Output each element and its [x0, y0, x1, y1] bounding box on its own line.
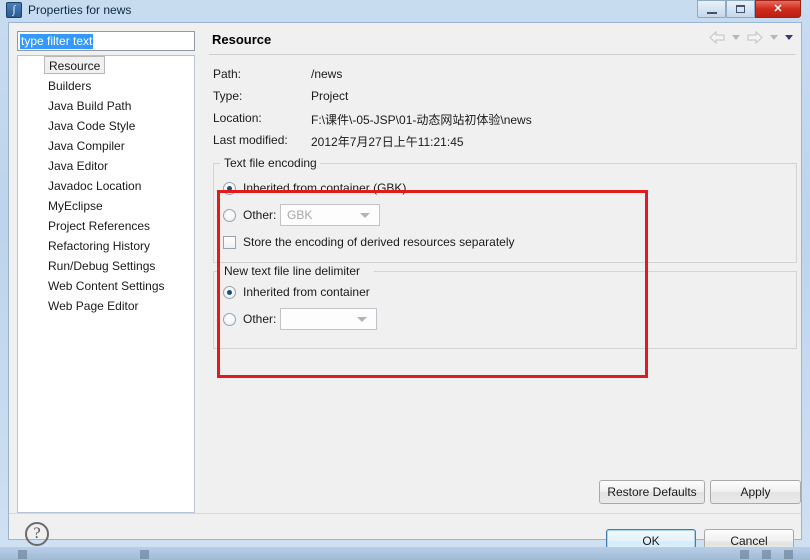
line-delimiter-group: New text file line delimiter Inherited f…	[213, 264, 797, 349]
tree-row: Java Compiler	[18, 136, 194, 156]
restore-defaults-button[interactable]: Restore Defaults	[599, 480, 705, 504]
sidebar-item-javadoc-location[interactable]: Javadoc Location	[44, 176, 145, 196]
search-input[interactable]: type filter text	[17, 31, 195, 51]
back-arrow-icon[interactable]	[709, 31, 725, 44]
help-icon[interactable]: ?	[25, 522, 49, 546]
type-value: Project	[311, 89, 349, 103]
encoding-other-radio-row[interactable]: Other:	[223, 208, 276, 222]
tree-row: Web Page Editor	[18, 296, 194, 316]
page-navigation	[709, 31, 793, 44]
tree-row: Javadoc Location	[18, 176, 194, 196]
maximize-icon	[736, 5, 745, 13]
sidebar-item-builders[interactable]: Builders	[44, 76, 95, 96]
header-divider	[209, 54, 795, 55]
tree-row: Java Code Style	[18, 116, 194, 136]
resource-page: Resource Path: /news Type: Project Locat…	[203, 23, 801, 513]
type-label: Type:	[213, 89, 243, 103]
tree-row: Resource	[18, 56, 194, 76]
minimize-icon	[706, 12, 717, 14]
delimiter-other-radio-row[interactable]: Other:	[223, 312, 276, 326]
delimiter-other-radio[interactable]	[223, 312, 236, 326]
encoding-other-radio[interactable]	[223, 208, 236, 222]
store-derived-checkbox[interactable]	[223, 235, 236, 249]
forward-chevron-down-icon[interactable]	[770, 35, 778, 40]
apply-button[interactable]: Apply	[710, 480, 801, 504]
back-chevron-down-icon[interactable]	[732, 35, 740, 40]
tree-row: Web Content Settings	[18, 276, 194, 296]
store-derived-checkbox-row[interactable]: Store the encoding of derived resources …	[223, 235, 515, 249]
footer-divider	[9, 513, 801, 514]
properties-dialog-window: ∫ Properties for news ✕ type filter text…	[0, 0, 810, 554]
last-modified-label: Last modified:	[213, 133, 288, 147]
delimiter-inherited-radio[interactable]	[223, 285, 236, 299]
tree-row: Builders	[18, 76, 194, 96]
tree-row: MyEclipse	[18, 196, 194, 216]
search-input-value: type filter text	[20, 34, 94, 49]
preferences-tree[interactable]: Resource Builders Java Build Path Java Code…	[17, 55, 195, 513]
sidebar-item-java-code-style[interactable]: Java Code Style	[44, 116, 139, 136]
store-derived-label: Store the encoding of derived resources …	[243, 235, 515, 249]
delimiter-other-combo[interactable]	[280, 308, 377, 330]
encoding-inherited-radio[interactable]	[223, 181, 236, 195]
sidebar-item-run-debug-settings[interactable]: Run/Debug Settings	[44, 256, 159, 276]
tree-row: Run/Debug Settings	[18, 256, 194, 276]
path-label: Path:	[213, 67, 242, 81]
location-label: Location:	[213, 111, 262, 125]
sidebar-item-refactoring-history[interactable]: Refactoring History	[44, 236, 154, 256]
sidebar-item-java-editor[interactable]: Java Editor	[44, 156, 112, 176]
page-title: Resource	[212, 32, 272, 47]
forward-arrow-icon[interactable]	[747, 31, 763, 44]
dialog-client-area: type filter text Resource Builders Java Bu…	[8, 22, 802, 554]
close-button[interactable]: ✕	[755, 0, 801, 18]
sidebar-item-project-references[interactable]: Project References	[44, 216, 154, 236]
last-modified-value: 2012年7月27日上午11:21:45	[311, 135, 464, 149]
sidebar-item-web-content-settings[interactable]: Web Content Settings	[44, 276, 169, 296]
path-value: /news	[311, 67, 343, 81]
location-value: F:\课件\-05-JSP\01-动态网站初体验\news	[311, 113, 532, 127]
tree-row: Project References	[18, 216, 194, 236]
tree-row: Java Build Path	[18, 96, 194, 116]
sidebar-item-resource[interactable]: Resource	[44, 56, 106, 74]
page-header: Resource	[203, 23, 801, 55]
line-delimiter-title: New text file line delimiter	[224, 264, 361, 278]
tree-row: Refactoring History	[18, 236, 194, 256]
text-file-encoding-title: Text file encoding	[224, 156, 317, 170]
tree-row: Java Editor	[18, 156, 194, 176]
encoding-other-combo[interactable]: GBK	[280, 204, 380, 226]
delimiter-inherited-radio-row[interactable]: Inherited from container	[223, 285, 370, 299]
encoding-other-combo-value: GBK	[287, 208, 313, 222]
encoding-inherited-label: Inherited from container (GBK)	[243, 181, 407, 195]
sidebar-item-java-compiler[interactable]: Java Compiler	[44, 136, 129, 156]
text-file-encoding-group: Text file encoding Inherited from contai…	[213, 156, 797, 263]
maximize-button[interactable]	[726, 0, 755, 18]
encoding-other-label: Other:	[243, 208, 277, 222]
sidebar-item-java-build-path[interactable]: Java Build Path	[44, 96, 135, 116]
window-title: Properties for news	[28, 3, 132, 17]
chevron-down-icon	[360, 212, 370, 218]
minimize-button[interactable]	[697, 0, 726, 18]
desktop-taskbar-strip	[0, 547, 810, 560]
sidebar-item-myeclipse[interactable]: MyEclipse	[44, 196, 107, 216]
delimiter-other-label: Other:	[243, 312, 277, 326]
sidebar-item-web-page-editor[interactable]: Web Page Editor	[44, 296, 143, 316]
title-bar: ∫ Properties for news ✕	[0, 0, 810, 20]
myeclipse-icon: ∫	[6, 2, 22, 18]
page-menu-chevron-down-icon[interactable]	[785, 35, 793, 40]
encoding-inherited-radio-row[interactable]: Inherited from container (GBK)	[223, 181, 406, 195]
delimiter-inherited-label: Inherited from container	[243, 285, 370, 299]
chevron-down-icon	[357, 316, 367, 322]
